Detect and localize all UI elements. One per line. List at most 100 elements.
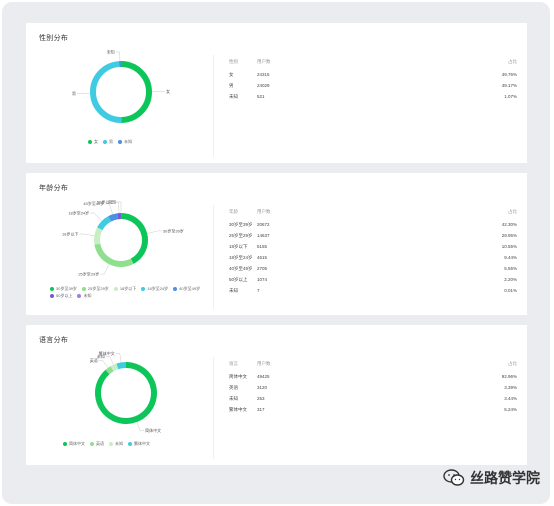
donut-slice[interactable] xyxy=(110,363,119,372)
legend-item[interactable]: 简体中文 xyxy=(63,440,85,447)
cell-pct: 9.44% xyxy=(504,255,517,260)
cell-users: 317 xyxy=(257,407,265,412)
legend-swatch xyxy=(141,286,146,291)
slice-label: 18岁至24岁 xyxy=(68,209,89,215)
legend-label: 未知 xyxy=(115,441,123,446)
donut-slice[interactable] xyxy=(105,366,114,375)
cell-label: 未知 xyxy=(229,94,238,99)
table-row: 英语 3120 3.39% xyxy=(229,385,517,396)
table-row: 未知 521 1.07% xyxy=(229,94,517,105)
legend-swatch xyxy=(77,293,82,298)
gender-table: 性别 用户数 占比女 24315 49.76% 男 24029 49.17% 未知 521 1.07… xyxy=(229,59,517,105)
donut-slice[interactable] xyxy=(116,362,127,370)
legend-item[interactable]: 18岁以下 xyxy=(113,285,137,292)
legend-item[interactable]: 18岁至24岁 xyxy=(141,285,168,292)
gender-legend: 女 男 未知 xyxy=(88,138,137,145)
legend-item[interactable]: 未知 xyxy=(77,292,91,299)
table-row: 40岁至49岁 2705 5.55% xyxy=(229,266,517,277)
legend-item[interactable]: 30岁至39岁 xyxy=(50,285,77,292)
label-leader-line xyxy=(100,264,110,275)
cell-label: 50岁以上 xyxy=(229,277,248,282)
column-header: 性别 xyxy=(229,59,238,64)
legend-item[interactable]: 40岁至49岁 xyxy=(173,285,200,292)
legend-swatch xyxy=(103,139,107,144)
table-row: 18岁以下 5155 10.55% xyxy=(229,244,517,255)
legend-label: 未知 xyxy=(124,139,132,144)
legend-label: 18岁至24岁 xyxy=(147,286,169,291)
table-row: 男 24029 49.17% xyxy=(229,83,517,94)
table-row: 50岁以上 1074 2.20% xyxy=(229,277,517,288)
table-row: 18岁至24岁 4615 9.44% xyxy=(229,255,517,266)
cell-users: 5155 xyxy=(257,244,268,249)
label-leader-line xyxy=(147,230,162,234)
watermark-text: 丝路赞学院 xyxy=(470,471,540,487)
legend-item[interactable]: 未知 xyxy=(118,138,132,145)
donut-slice[interactable] xyxy=(108,213,119,222)
label-leader-line xyxy=(79,233,95,236)
legend-label: 女 xyxy=(94,139,98,144)
slice-label: 18岁以下 xyxy=(62,230,78,236)
legend-label: 18岁以下 xyxy=(119,286,137,291)
legend-item[interactable]: 繁体中文 xyxy=(128,440,150,447)
cell-pct: 10.55% xyxy=(501,244,517,249)
table-row: 未知 253 3.44% xyxy=(229,396,517,407)
column-header: 占比 xyxy=(508,361,517,366)
legend-swatch xyxy=(63,441,67,446)
cell-pct: 5.55% xyxy=(504,266,517,271)
cell-label: 18岁以下 xyxy=(229,244,248,249)
gender-distribution-panel: 性别分布 女男未知 女男未知 性别 用户数 占比女 24315 49.76% 男 24029… xyxy=(26,23,527,163)
donut-slice[interactable] xyxy=(120,213,148,264)
panel-divider xyxy=(213,205,214,309)
age-table: 年龄 用户数 占比 30岁至39岁 20672 42.30% 25岁至29岁 14637 29.… xyxy=(229,209,517,299)
cell-users: 4615 xyxy=(257,255,268,260)
cell-pct: 3.39% xyxy=(504,385,517,390)
column-header: 用户数 xyxy=(257,361,271,366)
donut-slice[interactable] xyxy=(95,362,157,424)
donut-slice[interactable] xyxy=(94,227,103,245)
cell-users: 24029 xyxy=(257,83,270,88)
cell-users: 2705 xyxy=(257,266,268,271)
donut-slice[interactable] xyxy=(120,61,152,123)
legend-swatch xyxy=(50,293,54,298)
cell-label: 男 xyxy=(229,83,234,88)
age-legend: 30岁至39岁 25岁至29岁 18岁以下 18岁至24岁 40岁至49岁 50岁以上 未知 xyxy=(50,285,210,299)
table-row: 简体中文 49425 92.96% xyxy=(229,374,517,385)
legend-item[interactable]: 25岁至29岁 xyxy=(81,285,109,292)
table-row: 25岁至29岁 14637 29.95% xyxy=(229,233,517,244)
cell-pct: 1.07% xyxy=(504,94,517,99)
slice-label: 30岁至39岁 xyxy=(163,227,184,233)
language-legend: 简体中文 英语 未知 繁体中文 xyxy=(63,440,155,447)
cell-label: 未知 xyxy=(229,396,238,401)
table-row: 未知 7 0.01% xyxy=(229,288,517,299)
panel-divider xyxy=(213,55,214,157)
cell-pct: 5.24% xyxy=(504,407,517,412)
legend-label: 男 xyxy=(109,139,113,144)
panel-divider xyxy=(213,357,214,459)
legend-item[interactable]: 50岁以上 xyxy=(50,292,72,299)
legend-label: 未知 xyxy=(83,293,92,298)
column-header: 用户数 xyxy=(257,59,271,64)
cell-label: 英语 xyxy=(229,385,238,390)
column-header: 占比 xyxy=(508,59,517,64)
legend-swatch xyxy=(128,441,132,446)
legend-label: 繁体中文 xyxy=(134,441,150,446)
legend-swatch xyxy=(113,286,118,291)
table-header: 年龄 用户数 占比 xyxy=(229,209,517,222)
cell-users: 253 xyxy=(257,396,265,401)
cell-pct: 49.17% xyxy=(501,83,517,88)
cell-label: 繁体中文 xyxy=(229,407,247,412)
donut-slice[interactable] xyxy=(94,243,134,267)
cell-users: 3120 xyxy=(257,385,268,390)
language-distribution-panel: 语言分布 简体中文 英语 未知 繁体中文 简体中文 英语 未知 繁体中文 语言 用户数 占比 简体… xyxy=(26,325,527,465)
legend-item[interactable]: 英语 xyxy=(90,440,104,447)
language-table: 语言 用户数 占比 简体中文 49425 92.96% 英语 3120 3.39% 未知 253 3.… xyxy=(229,361,517,418)
cell-users: 14637 xyxy=(257,233,270,238)
legend-item[interactable]: 未知 xyxy=(109,440,123,447)
cell-users: 7 xyxy=(257,288,260,293)
legend-item[interactable]: 女 xyxy=(88,138,98,145)
donut-slice[interactable] xyxy=(90,61,122,123)
label-leader-line xyxy=(105,203,113,215)
cell-users: 20672 xyxy=(257,222,270,227)
legend-item[interactable]: 男 xyxy=(103,138,113,145)
cell-users: 1074 xyxy=(257,277,268,282)
